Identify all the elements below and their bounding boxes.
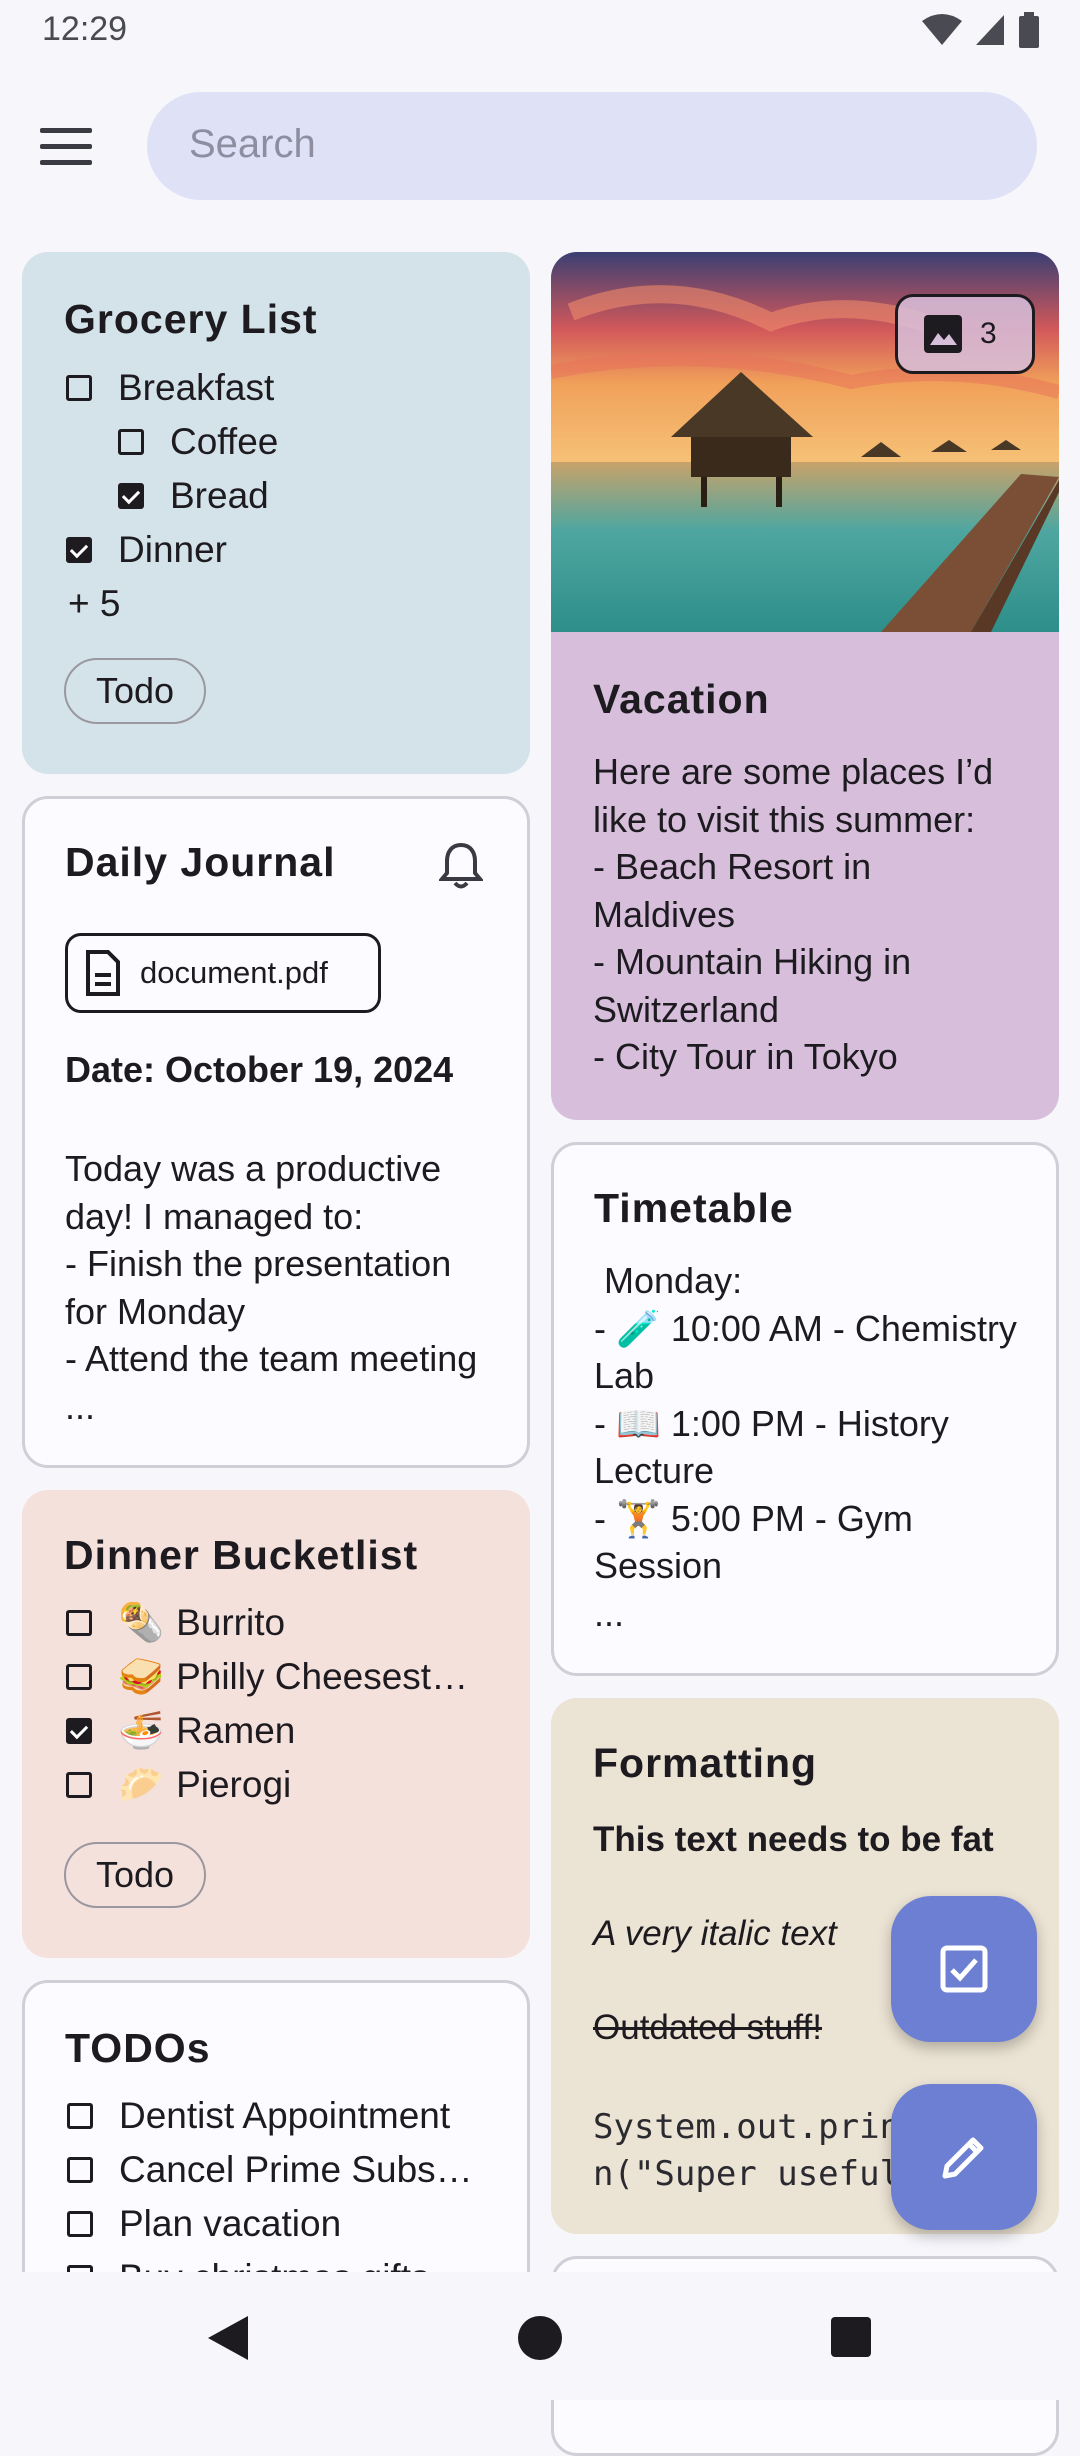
note-title: Vacation bbox=[593, 676, 770, 722]
image-count-badge[interactable]: 3 bbox=[895, 294, 1035, 374]
status-bar: 12:29 bbox=[0, 0, 1080, 62]
recents-square-icon[interactable] bbox=[830, 2316, 872, 2358]
attachment-chip[interactable]: document.pdf bbox=[65, 933, 381, 1013]
checklist-item[interactable]: 🥪 Philly Cheesest… bbox=[66, 1650, 468, 1704]
attachment-name: document.pdf bbox=[140, 955, 328, 990]
more-items-count: + 5 bbox=[68, 583, 121, 624]
note-title: Grocery List bbox=[64, 296, 318, 342]
checkbox[interactable] bbox=[67, 2211, 93, 2237]
checkbox[interactable] bbox=[67, 2157, 93, 2183]
note-daily-journal[interactable]: Daily Journal document.pdf Date: October… bbox=[22, 796, 530, 1468]
checklist-item[interactable]: Dentist Appointment bbox=[67, 2089, 473, 2143]
image-count: 3 bbox=[980, 317, 997, 350]
note-title: Timetable bbox=[594, 1185, 794, 1231]
menu-icon bbox=[40, 127, 92, 133]
italic-text: A very italic text bbox=[593, 1914, 837, 1953]
image-icon bbox=[924, 315, 962, 353]
new-note-fab[interactable] bbox=[891, 2084, 1037, 2230]
note-title: Dinner Bucketlist bbox=[64, 1532, 419, 1578]
bell-icon bbox=[439, 842, 483, 889]
new-checklist-fab[interactable] bbox=[891, 1896, 1037, 2042]
checkbox[interactable] bbox=[66, 1664, 92, 1690]
note-title: Formatting bbox=[593, 1740, 818, 1786]
bold-text: This text needs to be fat bbox=[593, 1820, 994, 1859]
note-title: TODOs bbox=[65, 2025, 211, 2071]
back-triangle-icon[interactable] bbox=[204, 2314, 250, 2362]
checkbox[interactable] bbox=[67, 2103, 93, 2129]
checklist-item[interactable]: 🌯 Burrito bbox=[66, 1596, 468, 1650]
pencil-icon bbox=[942, 2137, 984, 2179]
search-placeholder: Search bbox=[189, 122, 316, 166]
checklist-item[interactable]: Breakfast bbox=[66, 361, 278, 415]
status-time: 12:29 bbox=[42, 10, 128, 48]
checklist-item[interactable]: Cancel Prime Subs… bbox=[67, 2143, 473, 2197]
navigation-bar bbox=[0, 2272, 1080, 2400]
checklist-item[interactable]: Plan vacation bbox=[67, 2197, 473, 2251]
note-grocery-list[interactable]: Grocery List Breakfast Coffee Bread Dinn… bbox=[22, 252, 530, 774]
checklist-item[interactable]: 🍜 Ramen bbox=[66, 1704, 468, 1758]
label-chip[interactable]: Todo bbox=[64, 658, 207, 724]
document-icon bbox=[86, 950, 120, 996]
status-icons bbox=[922, 12, 1040, 48]
signal-icon bbox=[976, 15, 1004, 45]
checkbox-checked[interactable] bbox=[118, 483, 144, 509]
note-body: Here are some places I’d like to visit t… bbox=[593, 751, 994, 1077]
checklist-item[interactable]: Bread bbox=[66, 469, 278, 523]
checkbox-icon bbox=[940, 1945, 988, 1993]
home-circle-icon[interactable] bbox=[516, 2314, 564, 2362]
wifi-icon bbox=[922, 14, 962, 45]
note-body: Today was a productive day! I managed to… bbox=[65, 1148, 478, 1427]
checkbox[interactable] bbox=[66, 1610, 92, 1636]
checkbox[interactable] bbox=[66, 1772, 92, 1798]
note-title: Daily Journal bbox=[65, 839, 336, 885]
checklist-item[interactable]: Dinner bbox=[66, 523, 278, 577]
checkbox-checked[interactable] bbox=[66, 537, 92, 563]
checklist-item[interactable]: Coffee bbox=[66, 415, 278, 469]
note-dinner-bucketlist[interactable]: Dinner Bucketlist 🌯 Burrito 🥪 Philly Chees… bbox=[22, 1490, 530, 1958]
battery-icon bbox=[1019, 12, 1039, 48]
menu-button[interactable] bbox=[40, 118, 106, 174]
label-chip[interactable]: Todo bbox=[64, 1842, 207, 1908]
checkbox[interactable] bbox=[66, 375, 92, 401]
search-bar[interactable]: Search bbox=[147, 92, 1037, 200]
checkbox[interactable] bbox=[118, 429, 144, 455]
strikethrough-text: Outdated stuff! bbox=[593, 2008, 822, 2047]
note-timetable[interactable]: Timetable Monday: - 🧪 10:00 AM - Chemist… bbox=[551, 1142, 1059, 1676]
note-body: Monday: - 🧪 10:00 AM - Chemistry Lab - 📖… bbox=[594, 1260, 1017, 1634]
note-vacation[interactable]: 3 Vacation Here are some places I’d like… bbox=[551, 252, 1059, 1120]
checkbox-checked[interactable] bbox=[66, 1718, 92, 1744]
checklist-item[interactable]: 🥟 Pierogi bbox=[66, 1758, 468, 1812]
journal-date: Date: October 19, 2024 bbox=[65, 1049, 454, 1090]
